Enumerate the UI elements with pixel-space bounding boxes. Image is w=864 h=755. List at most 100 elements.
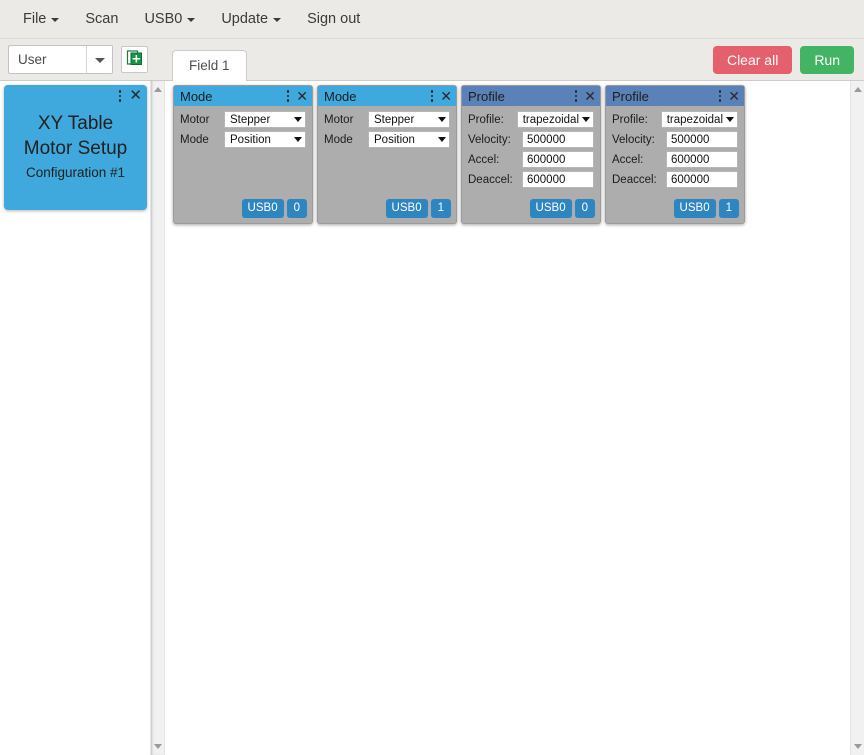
- chevron-down-icon: [273, 18, 282, 22]
- field-label: Velocity:: [612, 133, 655, 146]
- panel-mode-0[interactable]: Mode ✕ Motor Stepper Mode Position USB0 0: [173, 85, 313, 224]
- chevron-down-icon: [187, 18, 196, 22]
- mode-select-value: Position: [374, 133, 415, 146]
- index-badge[interactable]: 0: [286, 199, 307, 218]
- user-select-chevron-down-icon[interactable]: [86, 46, 112, 73]
- index-badge[interactable]: 0: [574, 199, 595, 218]
- panel-header-tools: ✕: [430, 88, 452, 104]
- panel-profile-0[interactable]: Profile ✕ Profile: trapezoidal Velocity: Acce…: [461, 85, 601, 224]
- field-label: Motor: [324, 113, 354, 126]
- user-select[interactable]: User: [8, 45, 113, 74]
- deaccel-input[interactable]: [666, 171, 738, 188]
- panel-title: Mode: [180, 88, 213, 104]
- toolbar-actions: Clear all Run: [712, 46, 854, 74]
- device-badge[interactable]: USB0: [673, 199, 716, 218]
- field-label: Deaccel:: [468, 173, 513, 186]
- field-tabs: Field 1: [172, 39, 247, 81]
- device-badge[interactable]: USB0: [241, 199, 284, 218]
- panel-body: Profile: trapezoidal Velocity: Accel: Deacce…: [606, 106, 744, 199]
- kebab-menu-icon[interactable]: [286, 88, 291, 104]
- menu-item-usb0[interactable]: USB0: [131, 5, 208, 33]
- tab-field-1[interactable]: Field 1: [172, 50, 247, 81]
- panel-header[interactable]: Profile ✕: [606, 86, 744, 106]
- field-label: Mode: [324, 133, 353, 146]
- chevron-down-icon: [294, 117, 302, 122]
- menu-item-update[interactable]: Update: [208, 5, 294, 33]
- velocity-input[interactable]: [522, 131, 594, 148]
- chevron-down-icon: [438, 117, 446, 122]
- index-badge[interactable]: 1: [430, 199, 451, 218]
- chevron-down-icon: [294, 137, 302, 142]
- scroll-up-arrow-icon[interactable]: [851, 83, 864, 96]
- configuration-card[interactable]: ✕ XY Table Motor Setup Configuration #1: [4, 85, 147, 210]
- field-label: Mode: [180, 133, 209, 146]
- motor-select[interactable]: Stepper: [224, 111, 306, 128]
- panel-header-tools: ✕: [718, 88, 740, 104]
- field-row: Profile: trapezoidal: [612, 111, 738, 128]
- chevron-down-icon: [438, 137, 446, 142]
- panel-body: Profile: trapezoidal Velocity: Accel: Deacce…: [462, 106, 600, 199]
- kebab-menu-icon[interactable]: [574, 88, 579, 104]
- accel-input[interactable]: [666, 151, 738, 168]
- device-badge[interactable]: USB0: [529, 199, 572, 218]
- motor-select[interactable]: Stepper: [368, 111, 450, 128]
- close-icon[interactable]: ✕: [584, 89, 596, 103]
- scroll-up-arrow-icon[interactable]: [151, 83, 164, 96]
- field-row: Velocity:: [468, 131, 594, 148]
- mode-select-value: Position: [230, 133, 271, 146]
- field-row: Accel:: [468, 151, 594, 168]
- menu-item-label: Sign out: [307, 11, 361, 27]
- velocity-input[interactable]: [666, 131, 738, 148]
- configuration-card-title-line2: Motor Setup: [23, 138, 128, 159]
- panel-header[interactable]: Mode ✕: [174, 86, 312, 106]
- chevron-down-icon: [51, 18, 60, 22]
- add-field-button[interactable]: [121, 46, 148, 73]
- mode-select[interactable]: Position: [368, 131, 450, 148]
- menu-item-file[interactable]: File: [10, 5, 72, 33]
- panel-title: Mode: [324, 88, 357, 104]
- panel-title: Profile: [612, 88, 649, 104]
- run-button[interactable]: Run: [800, 46, 854, 74]
- panel-profile-1[interactable]: Profile ✕ Profile: trapezoidal Velocity: Acce…: [605, 85, 745, 224]
- workspace: ✕ XY Table Motor Setup Configuration #1 …: [0, 81, 864, 755]
- field-row: Mode Position: [324, 131, 450, 148]
- menu-item-label: Update: [221, 11, 269, 27]
- right-scrollbar[interactable]: [850, 81, 864, 755]
- device-badge[interactable]: USB0: [385, 199, 428, 218]
- panel-body: Motor Stepper Mode Position: [318, 106, 456, 199]
- panel-mode-1[interactable]: Mode ✕ Motor Stepper Mode Position USB0 1: [317, 85, 457, 224]
- field-label: Velocity:: [468, 133, 511, 146]
- mode-select[interactable]: Position: [224, 131, 306, 148]
- accel-input[interactable]: [522, 151, 594, 168]
- kebab-menu-icon[interactable]: [118, 88, 123, 104]
- kebab-menu-icon[interactable]: [430, 88, 435, 104]
- profile-select[interactable]: trapezoidal: [516, 111, 594, 128]
- deaccel-input[interactable]: [522, 171, 594, 188]
- kebab-menu-icon[interactable]: [718, 88, 723, 104]
- panel-header[interactable]: Profile ✕: [462, 86, 600, 106]
- close-icon[interactable]: ✕: [296, 89, 308, 103]
- panel-footer: USB0 1: [318, 199, 456, 223]
- close-icon[interactable]: ✕: [129, 88, 142, 103]
- panel-header[interactable]: Mode ✕: [318, 86, 456, 106]
- panel-header-tools: ✕: [286, 88, 308, 104]
- profile-select[interactable]: trapezoidal: [660, 111, 738, 128]
- left-scrollbar[interactable]: [150, 81, 165, 755]
- field-row: Motor Stepper: [324, 111, 450, 128]
- menu-item-label: File: [23, 11, 47, 27]
- scroll-down-arrow-icon[interactable]: [151, 740, 164, 753]
- field-row: Profile: trapezoidal: [468, 111, 594, 128]
- scroll-down-arrow-icon[interactable]: [851, 740, 864, 753]
- close-icon[interactable]: ✕: [728, 89, 740, 103]
- panel-row: Mode ✕ Motor Stepper Mode Position USB0 0 Mode ✕ M…: [173, 85, 850, 224]
- field-label: Accel:: [612, 153, 644, 166]
- close-icon[interactable]: ✕: [440, 89, 452, 103]
- index-badge[interactable]: 1: [718, 199, 739, 218]
- field-row: Deaccel:: [612, 171, 738, 188]
- menu-item-scan[interactable]: Scan: [72, 5, 131, 33]
- menu-item-sign-out[interactable]: Sign out: [294, 5, 373, 33]
- user-select-value: User: [18, 52, 47, 67]
- clear-all-button[interactable]: Clear all: [712, 46, 793, 74]
- chevron-down-icon: [726, 117, 734, 122]
- motor-select-value: Stepper: [374, 113, 415, 126]
